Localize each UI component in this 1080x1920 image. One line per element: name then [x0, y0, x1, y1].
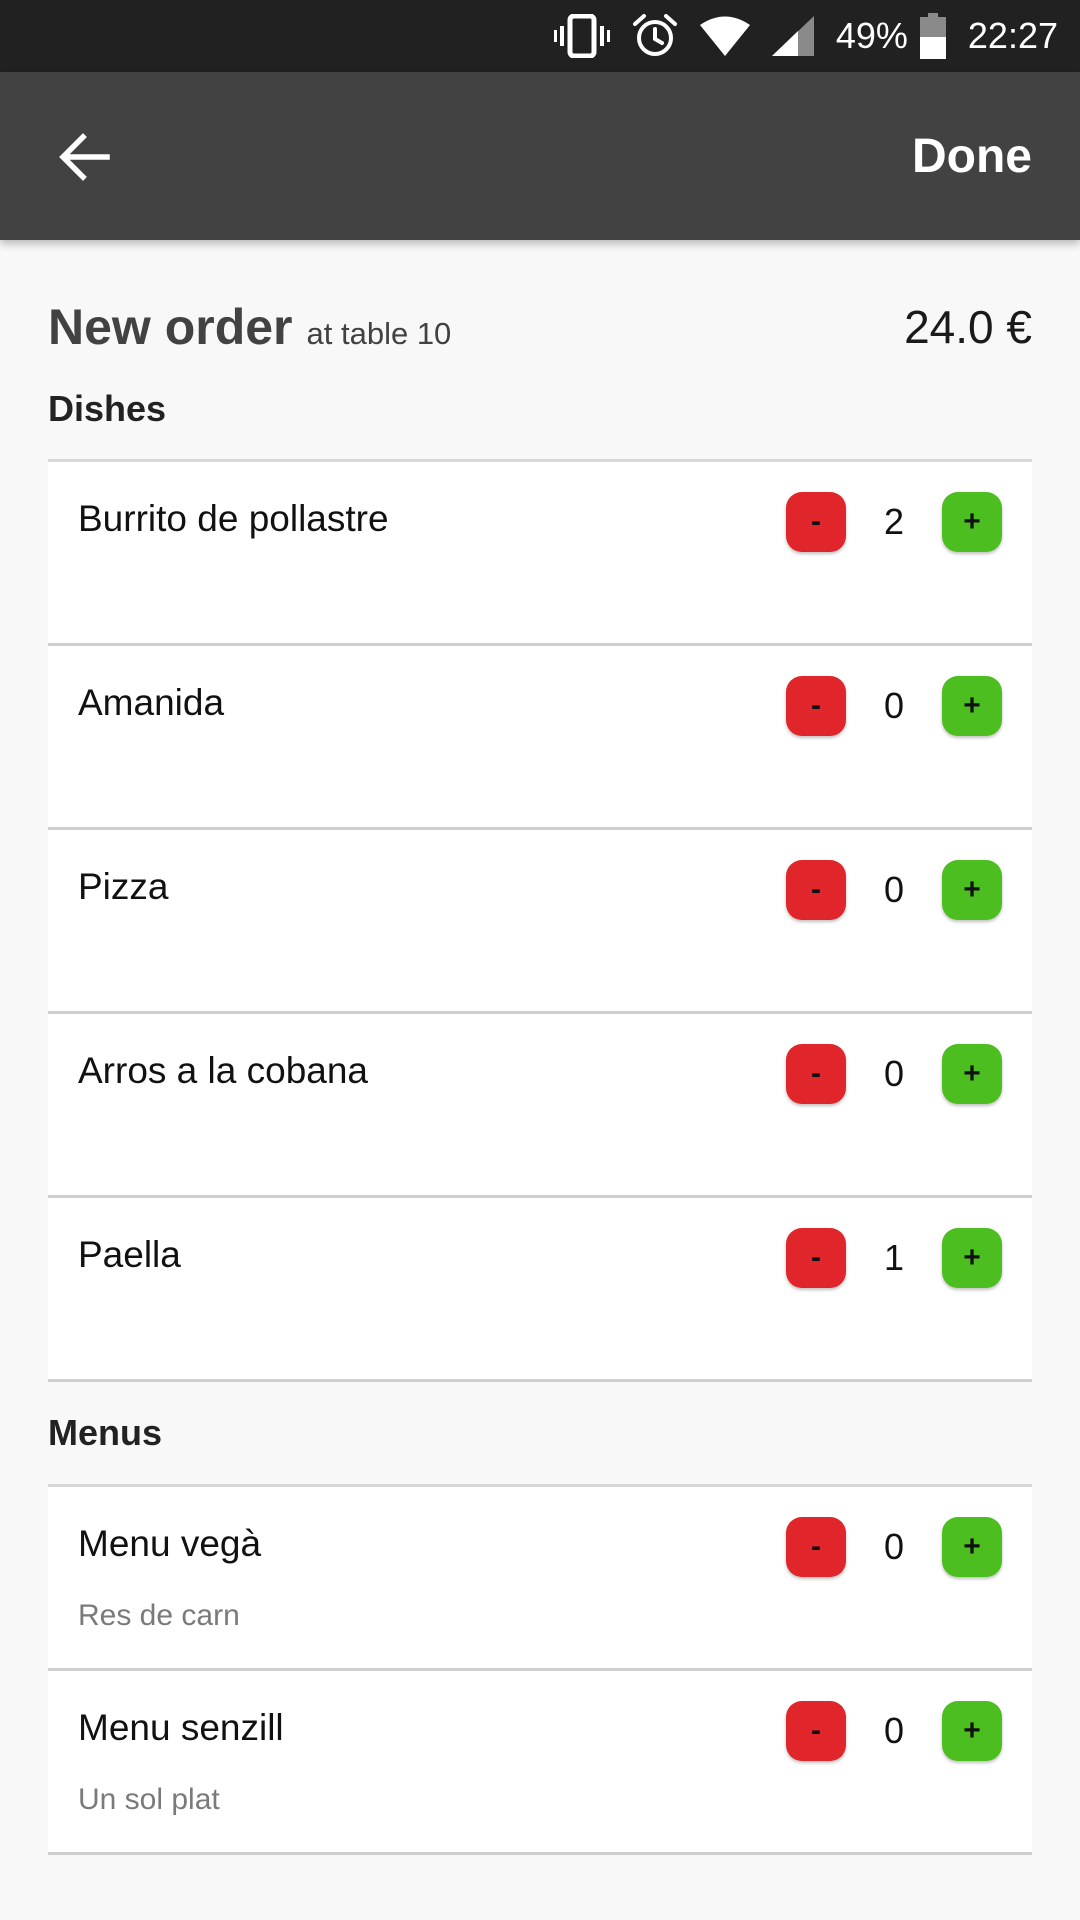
quantity-value: 0: [883, 1710, 905, 1751]
decrease-button[interactable]: -: [786, 860, 846, 920]
decrease-button[interactable]: -: [786, 676, 846, 736]
vibrate-icon: [553, 14, 610, 58]
list-item: Arros a la cobana - 0 +: [48, 1011, 1032, 1195]
arrow-left-icon: [59, 133, 110, 181]
battery-percent: 49%: [835, 15, 908, 56]
increase-button[interactable]: +: [942, 860, 1002, 920]
increase-button[interactable]: +: [942, 1701, 1002, 1761]
quantity-value: 0: [883, 1526, 905, 1567]
item-name: Amanida: [78, 682, 225, 723]
increase-button[interactable]: +: [942, 492, 1002, 552]
back-button[interactable]: [50, 122, 120, 192]
toolbar: Done: [0, 72, 1080, 240]
section-title-menus: Menus: [48, 1412, 163, 1453]
status-bar: 49% 22:27: [0, 0, 1080, 72]
decrease-button[interactable]: -: [786, 1044, 846, 1104]
page-title: New order at table 10: [48, 298, 451, 356]
item-name: Arros a la cobana: [78, 1050, 369, 1091]
list-item: Burrito de pollastre - 2 +: [48, 459, 1032, 643]
clock: 22:27: [967, 15, 1058, 56]
increase-button[interactable]: +: [942, 1228, 1002, 1288]
order-title-text: New order: [48, 299, 293, 355]
list-item: Pizza - 0 +: [48, 827, 1032, 1011]
done-button[interactable]: Done: [912, 72, 1032, 240]
menus-list: Menu vegà Res de carn - 0 + Menu senzill…: [48, 1484, 1032, 1855]
quantity-value: 0: [883, 685, 905, 726]
alarm-icon: [632, 14, 677, 56]
list-item: Menu vegà Res de carn - 0 +: [48, 1484, 1032, 1668]
decrease-button[interactable]: -: [786, 492, 846, 552]
item-name: Pizza: [78, 866, 169, 907]
list-item: Paella - 1 +: [48, 1195, 1032, 1379]
list-divider: [48, 1852, 1032, 1855]
list-divider: [48, 1379, 1032, 1382]
quantity-stepper: - 0 +: [786, 676, 1002, 736]
status-icons: 49% 22:27: [532, 0, 1058, 72]
quantity-value: 1: [883, 1237, 905, 1278]
quantity-value: 0: [883, 1053, 905, 1094]
quantity-stepper: - 0 +: [786, 1044, 1002, 1104]
section-title-dishes: Dishes: [48, 388, 167, 429]
wifi-icon: [699, 16, 750, 56]
dishes-list: Burrito de pollastre - 2 + Amanida - 0 +…: [48, 459, 1032, 1382]
quantity-stepper: - 1 +: [786, 1228, 1002, 1288]
item-description: Res de carn: [78, 1599, 240, 1632]
quantity-value: 2: [883, 501, 905, 542]
item-name: Burrito de pollastre: [78, 498, 389, 539]
increase-button[interactable]: +: [942, 1517, 1002, 1577]
battery-icon: [919, 13, 946, 59]
item-description: Un sol plat: [78, 1783, 220, 1816]
quantity-stepper: - 0 +: [786, 1701, 1002, 1761]
item-name: Menu senzill: [78, 1707, 284, 1748]
list-item: Amanida - 0 +: [48, 643, 1032, 827]
order-header: New order at table 10 24.0 €: [48, 290, 1032, 362]
quantity-stepper: - 2 +: [786, 492, 1002, 552]
increase-button[interactable]: +: [942, 676, 1002, 736]
item-name: Paella: [78, 1234, 181, 1275]
order-total: 24.0 €: [904, 301, 1032, 353]
decrease-button[interactable]: -: [786, 1228, 846, 1288]
decrease-button[interactable]: -: [786, 1517, 846, 1577]
item-name: Menu vegà: [78, 1523, 262, 1564]
list-item: Menu senzill Un sol plat - 0 +: [48, 1668, 1032, 1852]
increase-button[interactable]: +: [942, 1044, 1002, 1104]
quantity-stepper: - 0 +: [786, 1517, 1002, 1577]
signal-icon: [771, 16, 814, 56]
table-label: at table 10: [306, 316, 452, 351]
quantity-stepper: - 0 +: [786, 860, 1002, 920]
quantity-value: 0: [883, 869, 905, 910]
decrease-button[interactable]: -: [786, 1701, 846, 1761]
